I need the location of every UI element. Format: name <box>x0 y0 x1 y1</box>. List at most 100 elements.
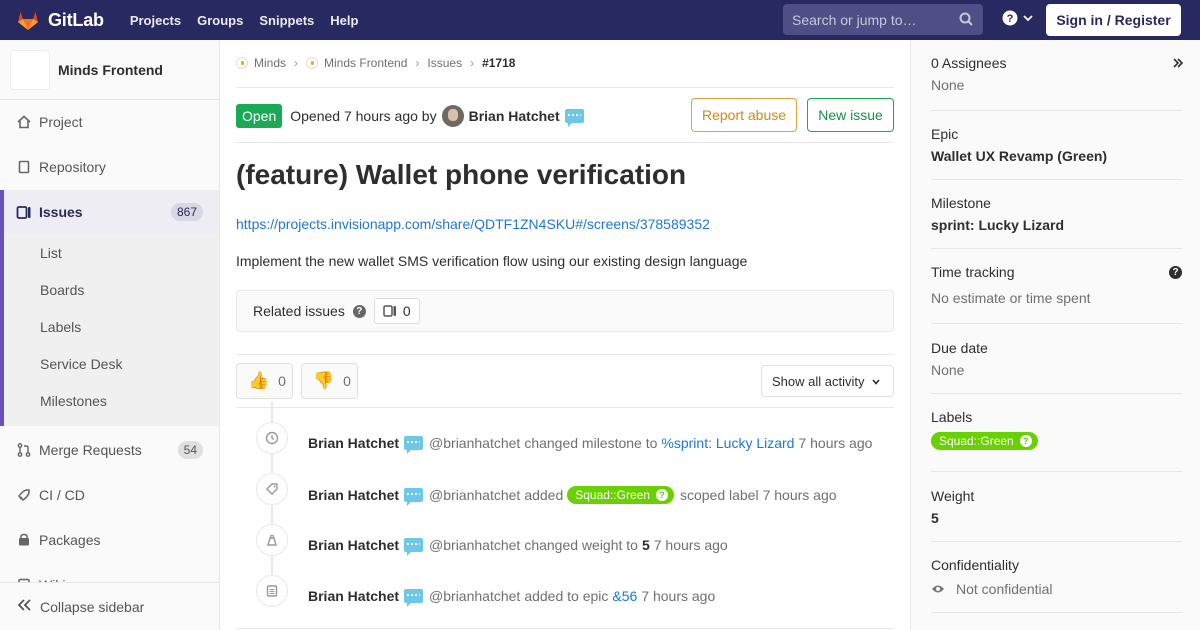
assignees-value: None <box>931 77 965 93</box>
assignees-block: 0 Assignees None <box>931 55 1182 111</box>
breadcrumb: Minds › Minds Frontend › Issues › #1718 <box>236 56 515 70</box>
thumbs-down-button[interactable]: 👎 0 <box>301 363 358 399</box>
thumbs-up-button[interactable]: 👍 0 <box>236 363 293 399</box>
sidebar-item-packages[interactable]: Packages <box>0 526 219 554</box>
weight-value: 5 <box>931 510 939 526</box>
issues-icon <box>16 204 32 220</box>
search-input[interactable]: Search or jump to… <box>783 4 983 35</box>
epic-link[interactable]: &56 <box>612 588 637 604</box>
eye-icon <box>932 585 944 593</box>
due-date-value: None <box>931 362 965 378</box>
status-badge: Open <box>236 104 283 128</box>
help-icon[interactable]: ? <box>352 304 366 318</box>
note-handle: @brianhatchet <box>429 435 521 451</box>
svg-text:?: ? <box>1007 13 1014 25</box>
invision-link[interactable]: https://projects.invisionapp.com/share/Q… <box>236 216 710 232</box>
sidebar-item-project[interactable]: Project <box>0 108 219 136</box>
weight-value: 5 <box>641 537 650 553</box>
activity-filter-dropdown[interactable]: Show all activity <box>761 365 894 397</box>
thumbs-down-count: 0 <box>343 373 351 389</box>
milestone-value[interactable]: sprint: Lucky Lizard <box>931 217 1182 233</box>
sidebar-subitem-list[interactable]: List <box>4 245 219 261</box>
note-time: 7 hours ago <box>653 537 728 553</box>
note-author[interactable]: Brian Hatchet <box>308 588 399 604</box>
help-dropdown[interactable]: ? <box>1002 10 1034 26</box>
note-author[interactable]: Brian Hatchet <box>308 487 399 503</box>
due-date-title: Due date <box>931 340 988 356</box>
project-header[interactable]: Minds Frontend <box>0 40 219 100</box>
collapse-sidebar-button[interactable]: Collapse sidebar <box>0 582 219 630</box>
help-icon: ? <box>655 489 668 501</box>
related-issues-count[interactable]: 0 <box>373 298 420 324</box>
chat-icon <box>404 436 424 454</box>
collapse-sidebar-label: Collapse sidebar <box>40 598 145 615</box>
help-icon: ? <box>1019 435 1032 447</box>
merge-requests-count-badge: 54 <box>177 441 203 459</box>
gitlab-logo[interactable]: GitLab <box>16 0 104 40</box>
thumbs-down-icon: 👎 <box>313 371 335 390</box>
sidebar-subitem-milestones[interactable]: Milestones <box>4 393 219 409</box>
sidebar-item-issues[interactable]: Issues 867 <box>0 190 219 234</box>
nav-groups[interactable]: Groups <box>197 13 243 28</box>
report-abuse-button[interactable]: Report abuse <box>691 98 797 132</box>
note-text: changed milestone to <box>524 435 658 451</box>
weight-block: Weight 5 <box>931 488 1182 542</box>
opened-text: Opened 7 hours ago by <box>290 108 437 124</box>
note-author[interactable]: Brian Hatchet <box>308 435 399 451</box>
rocket-icon <box>16 487 32 503</box>
right-sidebar: 0 Assignees None Epic Wallet UX Revamp (… <box>910 40 1200 630</box>
sidebar-item-label: Merge Requests <box>39 442 142 458</box>
left-sidebar: Minds Frontend Project Repository Issues… <box>0 40 220 630</box>
nav-projects[interactable]: Projects <box>130 13 181 28</box>
sidebar-subitem-boards[interactable]: Boards <box>4 282 219 298</box>
breadcrumb-issues[interactable]: Issues <box>427 56 462 70</box>
thumbs-up-icon: 👍 <box>248 371 270 390</box>
double-chevron-left-icon <box>16 598 32 615</box>
scoped-label-badge[interactable]: Squad::Green ? <box>931 432 1038 450</box>
sidebar-item-merge-requests[interactable]: Merge Requests 54 <box>0 436 219 464</box>
milestone-block: Milestone sprint: Lucky Lizard <box>931 195 1182 249</box>
related-count-value: 0 <box>402 303 411 319</box>
new-issue-button[interactable]: New issue <box>807 98 894 132</box>
weight-icon <box>256 524 288 556</box>
nav-snippets[interactable]: Snippets <box>259 13 314 28</box>
milestone-link[interactable]: %sprint: Lucky Lizard <box>661 435 794 451</box>
note-time: 7 hours ago <box>798 435 873 451</box>
issue-description: Implement the new wallet SMS verificatio… <box>236 253 748 269</box>
breadcrumb-group[interactable]: Minds <box>254 56 286 70</box>
weight-title: Weight <box>931 488 975 504</box>
package-icon <box>16 532 32 548</box>
milestone-title: Milestone <box>931 195 991 211</box>
scoped-label-badge[interactable]: Squad::Green ? <box>567 486 674 504</box>
issue-main: Minds › Minds Frontend › Issues › #1718 … <box>236 40 894 630</box>
time-tracking-title: Time tracking <box>931 264 1015 280</box>
brand-name: GitLab <box>48 9 104 30</box>
related-issues-panel: Related issues ? 0 <box>236 290 894 332</box>
author-name[interactable]: Brian Hatchet <box>469 108 560 124</box>
sidebar-subitem-service-desk[interactable]: Service Desk <box>4 356 219 372</box>
note-handle: @brianhatchet <box>429 537 521 553</box>
system-note: Brian Hatchet @brianhatchet added Squad:… <box>236 473 894 513</box>
label-text: Squad::Green <box>575 488 650 502</box>
project-avatar-small <box>306 57 319 69</box>
group-avatar <box>236 57 248 69</box>
sidebar-item-repository[interactable]: Repository <box>0 153 219 181</box>
sidebar-subitem-labels[interactable]: Labels <box>4 319 219 335</box>
document-icon <box>16 159 32 175</box>
sidebar-item-ci-cd[interactable]: CI / CD <box>0 481 219 509</box>
breadcrumb-issue-id[interactable]: #1718 <box>482 56 515 70</box>
sidebar-item-label: CI / CD <box>39 487 85 503</box>
system-note: Brian Hatchet @brianhatchet added to epi… <box>236 575 894 615</box>
breadcrumb-project[interactable]: Minds Frontend <box>324 56 407 70</box>
confidentiality-title: Confidentiality <box>931 557 1019 573</box>
system-note: Brian Hatchet @brianhatchet changed mile… <box>236 422 894 462</box>
epic-value[interactable]: Wallet UX Revamp (Green) <box>931 148 1182 164</box>
avatar[interactable] <box>441 105 464 127</box>
nav-help[interactable]: Help <box>330 13 358 28</box>
help-icon[interactable]: ? <box>1169 266 1182 279</box>
signin-button[interactable]: Sign in / Register <box>1046 4 1181 36</box>
divider <box>236 407 894 408</box>
issue-title: (feature) Wallet phone verification <box>236 159 687 190</box>
chevron-right-icon: › <box>294 56 299 70</box>
note-author[interactable]: Brian Hatchet <box>308 537 399 553</box>
